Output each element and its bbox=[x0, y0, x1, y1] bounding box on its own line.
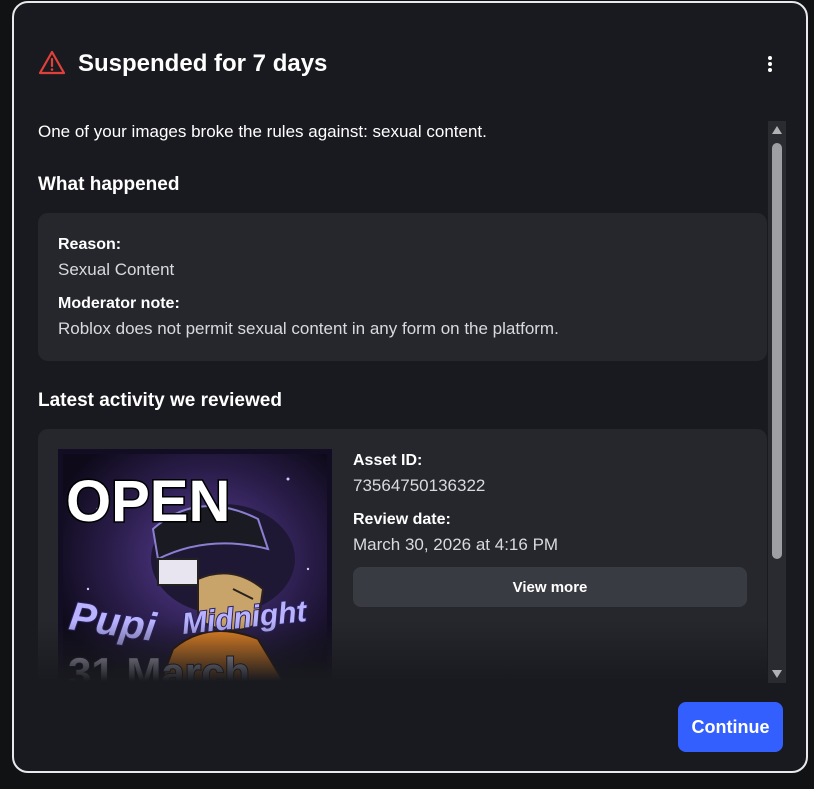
review-date-value: March 30, 2026 at 4:16 PM bbox=[353, 535, 559, 554]
scroll-down-arrow-icon bbox=[772, 670, 782, 678]
what-happened-heading: What happened bbox=[38, 174, 180, 195]
latest-activity-card: OPEN Pupi Midnight 31 March Asset ID: 73… bbox=[38, 429, 767, 681]
scroll-up-arrow-icon bbox=[772, 126, 782, 134]
latest-activity-heading: Latest activity we reviewed bbox=[38, 390, 282, 411]
dialog-scroll-content[interactable]: One of your images broke the rules again… bbox=[38, 121, 767, 681]
asset-image-date-text: 31 March bbox=[68, 649, 250, 681]
warning-icon bbox=[38, 50, 66, 75]
asset-id-value: 73564750136322 bbox=[353, 476, 486, 495]
reviewed-asset-image: OPEN Pupi Midnight 31 March bbox=[58, 449, 332, 681]
more-options-button[interactable] bbox=[758, 51, 782, 77]
dialog-title: Suspended for 7 days bbox=[78, 50, 328, 77]
dialog-header: Suspended for 7 days bbox=[38, 47, 782, 83]
asset-image-open-text: OPEN bbox=[66, 469, 230, 534]
vertical-scrollbar[interactable] bbox=[768, 121, 786, 683]
reason-value: Sexual Content bbox=[58, 260, 175, 279]
scrollbar-thumb[interactable] bbox=[772, 143, 782, 559]
violation-summary: One of your images broke the rules again… bbox=[38, 122, 487, 141]
more-options-dot bbox=[768, 62, 772, 66]
moderator-note-label: Moderator note: bbox=[58, 295, 180, 312]
view-more-button[interactable]: View more bbox=[353, 567, 747, 607]
more-options-icon bbox=[768, 56, 772, 60]
asset-id-label: Asset ID: bbox=[353, 452, 423, 469]
scroll-up-button[interactable] bbox=[768, 121, 786, 139]
what-happened-card: Reason: Sexual Content Moderator note: R… bbox=[38, 213, 767, 361]
moderator-note-value: Roblox does not permit sexual content in… bbox=[58, 319, 559, 338]
review-date-label: Review date: bbox=[353, 511, 451, 528]
more-options-dot bbox=[768, 68, 772, 72]
reason-label: Reason: bbox=[58, 236, 122, 253]
suspension-dialog: Suspended for 7 days One of your images … bbox=[12, 1, 808, 773]
continue-button[interactable]: Continue bbox=[678, 702, 783, 752]
scroll-down-button[interactable] bbox=[768, 665, 786, 683]
